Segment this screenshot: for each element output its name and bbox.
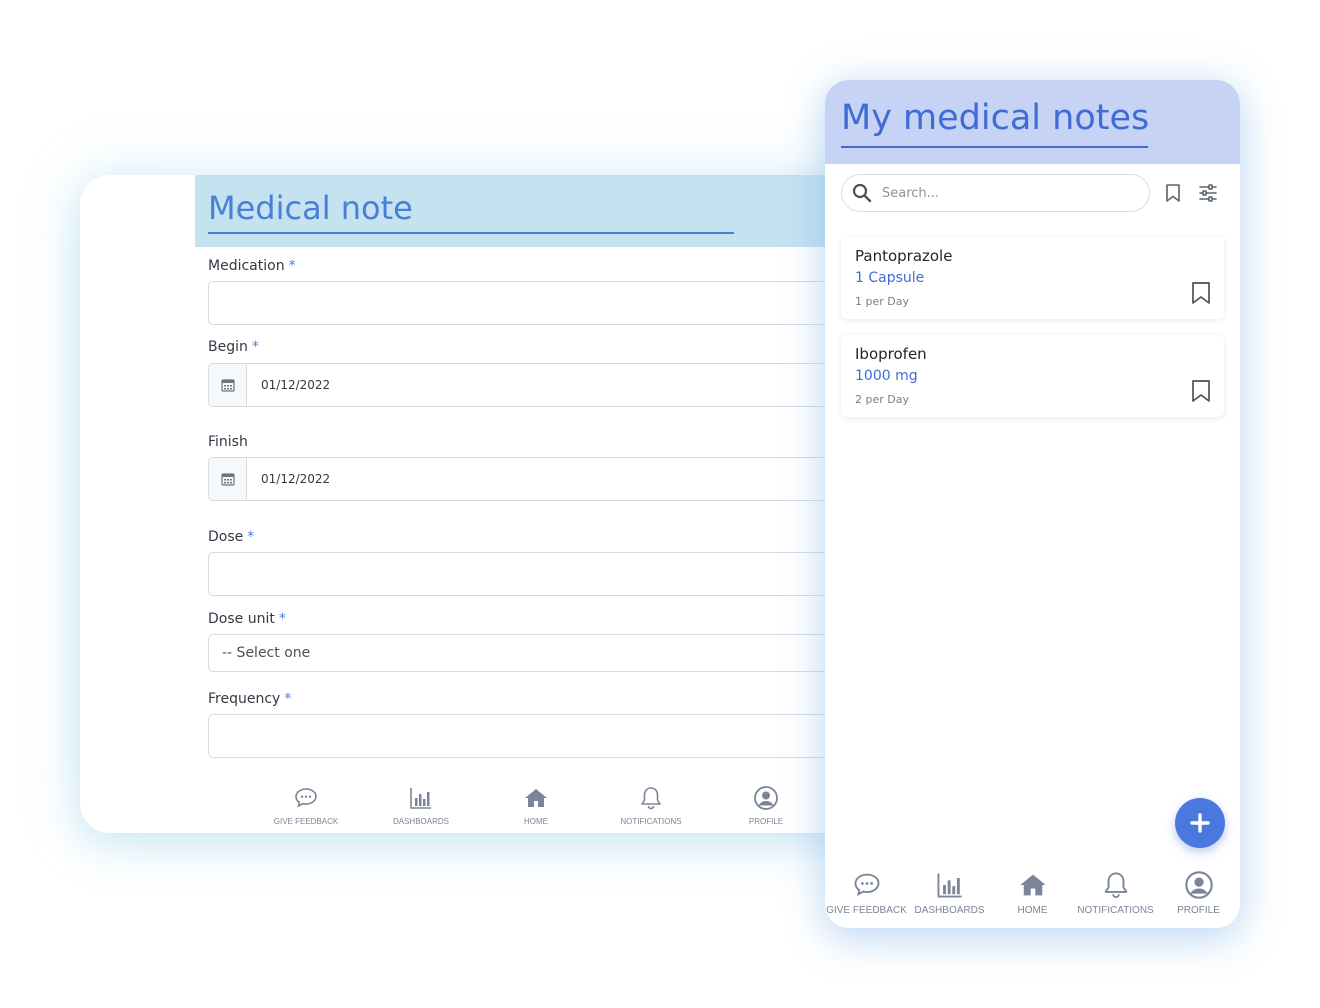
nav-home[interactable]: HOME — [991, 870, 1074, 916]
bookmark-filter-icon[interactable] — [1162, 182, 1184, 204]
plus-icon — [1190, 813, 1210, 833]
nav-give-feedback[interactable]: GIVE FEEDBACK — [825, 870, 908, 916]
nav-label: PROFILE — [1177, 905, 1220, 916]
nav-label: HOME — [524, 817, 548, 826]
search-icon — [852, 183, 872, 203]
begin-label: Begin * — [208, 339, 259, 355]
nav-profile[interactable]: PROFILE — [1157, 870, 1240, 916]
calendar-icon[interactable] — [209, 364, 247, 406]
user-circle-icon — [1184, 871, 1213, 899]
user-circle-icon — [754, 786, 778, 810]
note-card[interactable]: Pantoprazole 1 Capsule 1 per Day — [841, 237, 1224, 319]
nav-give-feedback[interactable]: GIVE FEEDBACK — [251, 785, 361, 826]
add-note-button[interactable] — [1175, 798, 1225, 848]
nav-label: NOTIFICATIONS — [620, 817, 682, 826]
chat-icon — [295, 788, 317, 808]
nav-notifications[interactable]: NOTIFICATIONS — [596, 785, 706, 826]
required-marker: * — [247, 529, 255, 545]
nav-notifications[interactable]: NOTIFICATIONS — [1074, 870, 1157, 916]
required-marker: * — [278, 611, 286, 627]
my-medical-notes-phone: My medical notes Pantoprazole 1 Capsule … — [825, 80, 1240, 928]
finish-date-input[interactable]: 01/12/2022 — [208, 457, 868, 501]
medication-input[interactable] — [208, 281, 868, 325]
begin-label-text: Begin — [208, 339, 248, 355]
phone-title: My medical notes — [841, 98, 1150, 138]
dose-unit-selected-value: -- Select one — [222, 645, 311, 661]
bell-icon — [641, 787, 661, 810]
note-dose: 1 Capsule — [855, 270, 925, 286]
chat-icon — [854, 873, 879, 896]
finish-label-text: Finish — [208, 434, 248, 450]
form-bottom-nav: GIVE FEEDBACK DASHBOARDS HOME NOTIFICATI… — [235, 785, 835, 829]
form-title-underline — [208, 232, 734, 234]
frequency-input[interactable] — [208, 714, 868, 758]
required-marker: * — [251, 339, 259, 355]
medication-label: Medication * — [208, 258, 296, 274]
search-box[interactable] — [841, 174, 1150, 212]
note-name: Pantoprazole — [855, 247, 953, 265]
nav-dashboards[interactable]: DASHBOARDS — [366, 785, 476, 826]
nav-label: GIVE FEEDBACK — [826, 905, 907, 916]
nav-label: GIVE FEEDBACK — [273, 817, 339, 826]
note-frequency: 2 per Day — [855, 393, 909, 406]
dose-unit-label-text: Dose unit — [208, 611, 275, 627]
dose-label-text: Dose — [208, 529, 244, 545]
bookmark-icon[interactable] — [1190, 281, 1212, 305]
dose-unit-label: Dose unit * — [208, 611, 286, 627]
sliders-icon[interactable] — [1197, 182, 1219, 204]
nav-home[interactable]: HOME — [481, 785, 591, 826]
note-dose: 1000 mg — [855, 368, 918, 384]
nav-label: NOTIFICATIONS — [1077, 905, 1154, 916]
home-icon — [1019, 874, 1046, 896]
search-input[interactable] — [882, 185, 1122, 201]
nav-label: DASHBOARDS — [392, 817, 449, 826]
nav-label: PROFILE — [748, 817, 784, 826]
required-marker: * — [288, 258, 296, 274]
frequency-label-text: Frequency — [208, 691, 281, 707]
phone-bottom-nav: GIVE FEEDBACK DASHBOARDS HOME NOTIFICATI… — [825, 870, 1240, 920]
dose-unit-select[interactable]: -- Select one — [208, 634, 868, 672]
bookmark-icon[interactable] — [1190, 379, 1212, 403]
nav-profile[interactable]: PROFILE — [711, 785, 821, 826]
nav-label: DASHBOARDS — [914, 905, 985, 916]
phone-title-underline — [841, 146, 1148, 148]
nav-dashboards[interactable]: DASHBOARDS — [908, 870, 991, 916]
required-marker: * — [284, 691, 292, 707]
frequency-label: Frequency * — [208, 691, 291, 707]
phone-header: My medical notes — [825, 80, 1240, 164]
medication-label-text: Medication — [208, 258, 285, 274]
stage: Medical note Medication * Begin * 01/12/20… — [0, 0, 1320, 1008]
form-title: Medical note — [208, 189, 413, 227]
nav-label: HOME — [1017, 905, 1048, 916]
note-card[interactable]: Iboprofen 1000 mg 2 per Day — [841, 335, 1224, 417]
finish-date-value: 01/12/2022 — [261, 472, 331, 486]
finish-label: Finish — [208, 434, 248, 450]
note-name: Iboprofen — [855, 345, 927, 363]
dose-input[interactable] — [208, 552, 868, 596]
bell-icon — [1104, 872, 1127, 898]
begin-date-input[interactable]: 01/12/2022 — [208, 363, 868, 407]
bar-chart-icon — [410, 788, 431, 809]
begin-date-value: 01/12/2022 — [261, 378, 331, 392]
bar-chart-icon — [937, 873, 962, 898]
dose-label: Dose * — [208, 529, 254, 545]
note-frequency: 1 per Day — [855, 295, 909, 308]
calendar-icon[interactable] — [209, 458, 247, 500]
home-icon — [525, 789, 547, 807]
